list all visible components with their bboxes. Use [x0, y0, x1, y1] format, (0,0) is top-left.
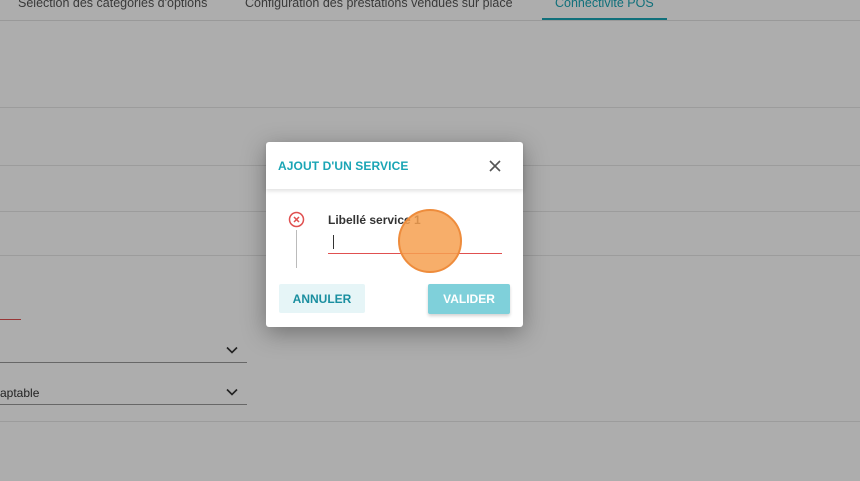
- add-service-dialog: AJOUT D'UN SERVICE Libellé service 1 ANN…: [266, 142, 523, 327]
- text-caret: [333, 235, 334, 249]
- error-circle-icon: [288, 211, 305, 228]
- stepper-line: [296, 230, 297, 268]
- cancel-button[interactable]: ANNULER: [279, 284, 365, 313]
- close-icon[interactable]: [485, 156, 505, 176]
- validate-button[interactable]: VALIDER: [428, 284, 510, 314]
- dialog-header: AJOUT D'UN SERVICE: [266, 142, 523, 189]
- dialog-title: AJOUT D'UN SERVICE: [278, 159, 409, 173]
- click-indicator: [398, 209, 462, 273]
